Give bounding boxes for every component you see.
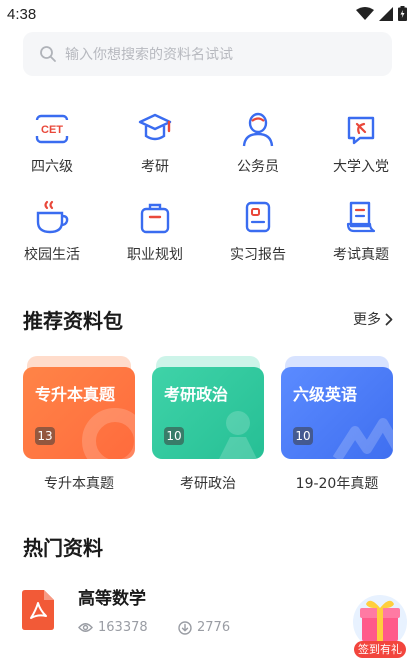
category-label: 校园生活 — [24, 247, 80, 263]
pack-card-cet6-english[interactable]: 六级英语 10 — [281, 356, 393, 459]
pack-front: 专升本真题 13 — [23, 367, 135, 459]
status-bar: 4:38 — [0, 0, 415, 30]
pack-count: 10 — [293, 427, 313, 445]
briefcase-icon — [140, 203, 170, 234]
category-label: 大学入党 — [333, 159, 389, 175]
search-input[interactable]: 输入你想搜索的资料名试试 — [23, 32, 392, 76]
category-label: 实习报告 — [230, 247, 286, 263]
category-civil-servant[interactable]: 公务员 — [213, 110, 303, 176]
pack-card-kaoyan-politics[interactable]: 考研政治 10 — [152, 356, 264, 459]
pack-count: 10 — [164, 427, 184, 445]
category-exam-papers[interactable]: 考试真题 — [316, 198, 406, 264]
pack-card-zhuanshengben[interactable]: 专升本真题 13 — [23, 356, 135, 459]
more-link[interactable]: 更多 — [353, 309, 393, 329]
download-count: 2776 — [178, 620, 230, 635]
signal-icon — [379, 6, 393, 21]
status-time: 4:38 — [7, 6, 37, 23]
view-count-value: 163378 — [98, 620, 148, 635]
exam-paper-icon — [346, 201, 376, 233]
hot-title: 热门资料 — [23, 536, 103, 560]
pack-decoration — [82, 408, 135, 459]
category-label: 考试真题 — [333, 247, 389, 263]
gift-box-icon — [353, 595, 407, 648]
category-internship[interactable]: 实习报告 — [213, 198, 303, 264]
category-label: 考研 — [141, 159, 169, 175]
pack-decoration — [333, 418, 393, 459]
pack-title: 考研政治 — [164, 385, 229, 404]
category-cet[interactable]: CET 四六级 — [7, 110, 97, 176]
civil-servant-icon — [242, 112, 274, 147]
gift-label: 签到有礼 — [354, 641, 406, 658]
category-campus-life[interactable]: 校园生活 — [7, 198, 97, 264]
pack-caption: 专升本真题 — [44, 476, 114, 492]
category-career[interactable]: 职业规划 — [110, 198, 200, 264]
pack-front: 考研政治 10 — [152, 367, 264, 459]
eye-icon — [78, 623, 93, 632]
recommend-title: 推荐资料包 — [23, 309, 123, 333]
pack-caption: 考研政治 — [180, 476, 236, 492]
more-label: 更多 — [353, 312, 381, 328]
pack-caption: 19-20年真题 — [295, 476, 379, 492]
coffee-cup-icon — [36, 200, 69, 234]
pack-count: 13 — [35, 427, 55, 445]
cet-badge: CET — [41, 124, 63, 136]
pack-decoration — [219, 411, 257, 459]
view-count: 163378 — [78, 620, 148, 635]
cet-icon: CET — [35, 114, 69, 144]
party-flag-icon — [347, 116, 375, 145]
category-kaoyan[interactable]: 考研 — [110, 110, 200, 176]
download-icon — [178, 620, 192, 635]
id-card-icon — [245, 201, 271, 233]
download-count-value: 2776 — [197, 620, 231, 635]
search-placeholder: 输入你想搜索的资料名试试 — [65, 47, 233, 63]
pack-title: 专升本真题 — [35, 385, 116, 404]
file-title: 高等数学 — [78, 589, 146, 609]
category-label: 四六级 — [31, 159, 73, 175]
chevron-right-icon — [385, 313, 393, 325]
category-party[interactable]: 大学入党 — [316, 110, 406, 176]
pdf-file-icon — [22, 590, 54, 630]
status-icons — [356, 6, 407, 21]
battery-icon — [398, 6, 407, 21]
wifi-icon — [356, 6, 374, 20]
search-icon — [40, 46, 56, 62]
category-label: 职业规划 — [127, 247, 183, 263]
pack-front: 六级英语 10 — [281, 367, 393, 459]
pack-title: 六级英语 — [293, 385, 358, 404]
graduation-cap-icon — [138, 113, 172, 141]
category-label: 公务员 — [237, 159, 279, 175]
sign-in-gift-button[interactable]: 签到有礼 — [350, 592, 410, 660]
